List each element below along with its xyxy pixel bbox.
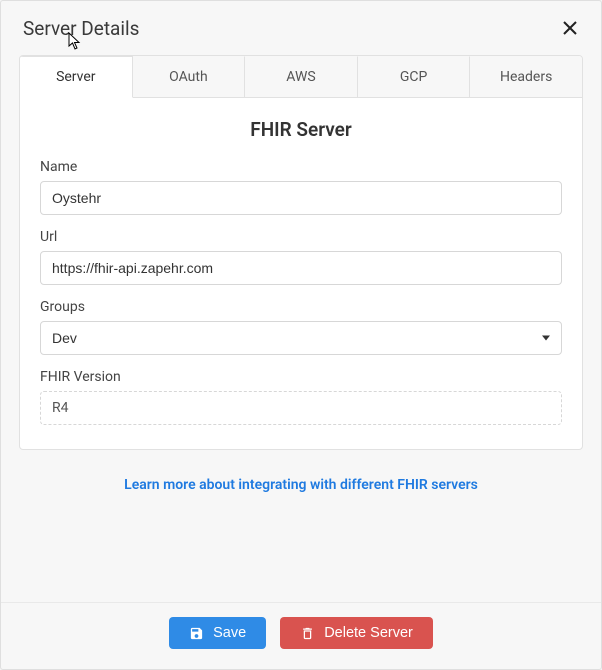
groups-select-wrapper xyxy=(40,321,562,355)
modal-title: Server Details xyxy=(23,17,139,40)
save-button[interactable]: Save xyxy=(169,617,266,649)
form-group-name: Name xyxy=(40,159,562,215)
close-icon xyxy=(561,19,579,37)
trash-icon xyxy=(300,626,315,641)
tab-headers[interactable]: Headers xyxy=(470,56,582,97)
groups-label: Groups xyxy=(40,299,562,315)
modal-body: Server OAuth AWS GCP Headers FHIR Server… xyxy=(1,55,601,602)
form-group-groups: Groups xyxy=(40,299,562,355)
main-card: Server OAuth AWS GCP Headers FHIR Server… xyxy=(19,55,583,450)
modal-header: Server Details xyxy=(1,1,601,55)
url-input[interactable] xyxy=(40,251,562,285)
server-details-modal: Server Details Server OAuth AWS GCP Head… xyxy=(0,0,602,670)
version-label: FHIR Version xyxy=(40,369,562,385)
delete-button-label: Delete Server xyxy=(324,625,413,641)
form-group-url: Url xyxy=(40,229,562,285)
learn-more-container: Learn more about integrating with differ… xyxy=(19,450,583,503)
tab-oauth[interactable]: OAuth xyxy=(133,56,246,97)
tab-server[interactable]: Server xyxy=(20,56,133,98)
delete-server-button[interactable]: Delete Server xyxy=(280,617,433,649)
name-input[interactable] xyxy=(40,181,562,215)
form-group-version: FHIR Version R4 xyxy=(40,369,562,425)
tab-content: FHIR Server Name Url Groups xyxy=(20,98,582,449)
version-field: R4 xyxy=(40,391,562,425)
modal-footer: Save Delete Server xyxy=(1,602,601,669)
groups-select[interactable] xyxy=(40,321,562,355)
name-label: Name xyxy=(40,159,562,175)
url-label: Url xyxy=(40,229,562,245)
save-icon xyxy=(189,626,204,641)
section-title: FHIR Server xyxy=(40,118,562,141)
tab-gcp[interactable]: GCP xyxy=(358,56,471,97)
tab-bar: Server OAuth AWS GCP Headers xyxy=(20,56,582,98)
tab-aws[interactable]: AWS xyxy=(245,56,358,97)
close-button[interactable] xyxy=(557,15,583,41)
learn-more-link[interactable]: Learn more about integrating with differ… xyxy=(124,477,478,493)
save-button-label: Save xyxy=(213,625,246,641)
